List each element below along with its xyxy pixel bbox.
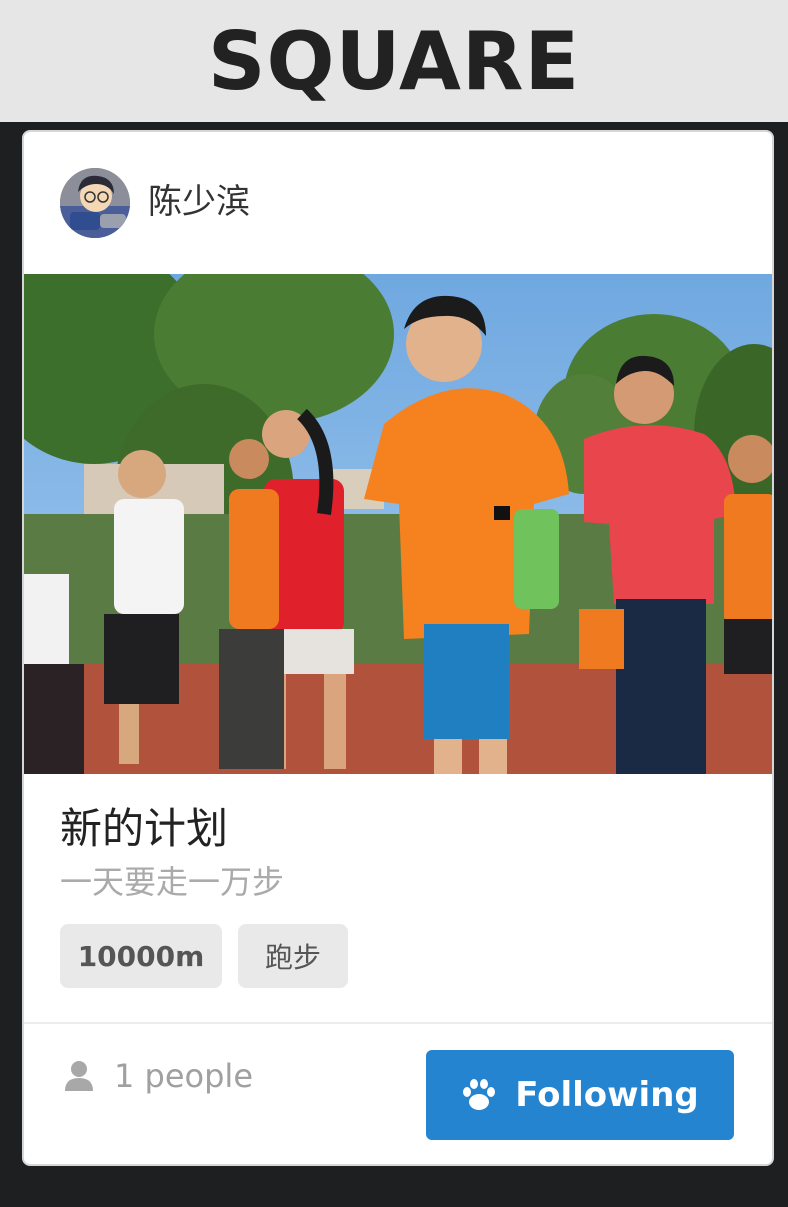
photo-runners — [24, 274, 772, 774]
paw-icon — [463, 1079, 496, 1110]
following-label: Following — [515, 1075, 699, 1115]
user-icon — [65, 1061, 93, 1091]
tag-list: 10000m 跑步 — [60, 924, 348, 988]
top-bar: SQUARE — [0, 0, 788, 122]
post-card[interactable]: 陈少滨 新的计划 一天要走一万步 10000m 跑步 1 people Foll… — [22, 130, 774, 1166]
plan-title: 新的计划 — [60, 804, 229, 853]
tag-running[interactable]: 跑步 — [238, 924, 348, 988]
avatar[interactable] — [60, 168, 130, 238]
participants: 1 people — [64, 1057, 253, 1095]
post-header: 陈少滨 — [24, 132, 772, 274]
post-photo[interactable] — [24, 274, 772, 774]
plan-subtitle: 一天要走一万步 — [60, 863, 285, 901]
tag-distance[interactable]: 10000m — [60, 924, 222, 988]
participants-label: 1 people — [114, 1057, 253, 1095]
following-button[interactable]: Following — [426, 1050, 734, 1140]
app-title: SQUARE — [207, 15, 581, 108]
author-name[interactable]: 陈少滨 — [148, 180, 250, 224]
divider — [24, 1022, 772, 1024]
cartoon-avatar-icon — [60, 168, 130, 238]
